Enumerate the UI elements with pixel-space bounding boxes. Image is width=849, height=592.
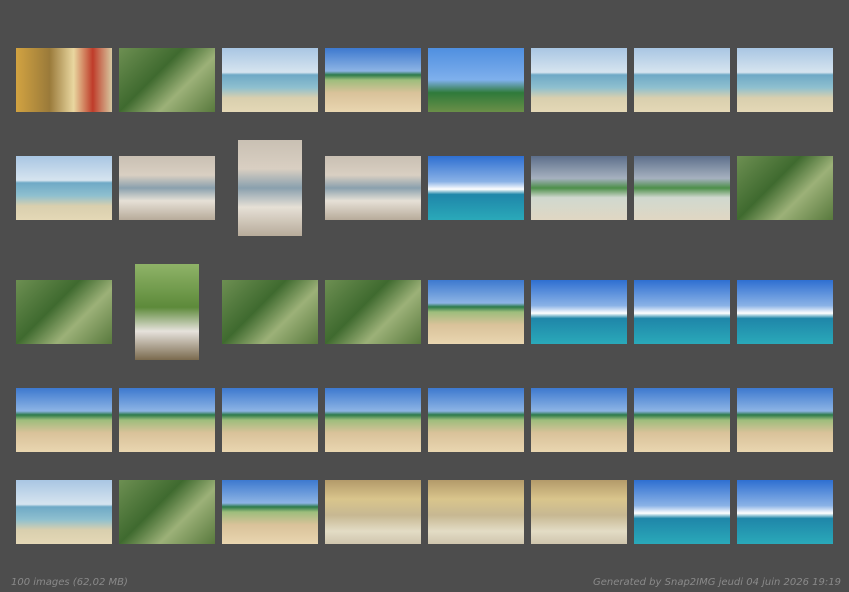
thumbnail-r5-c4[interactable]	[325, 480, 421, 544]
thumbnail-r5-c6[interactable]	[531, 480, 627, 544]
thumbnail-r3-c5[interactable]	[428, 280, 524, 344]
thumbnail-r1-c2[interactable]	[119, 48, 215, 112]
thumbnail-r4-c2[interactable]	[119, 388, 215, 452]
thumbnail-r3-c7[interactable]	[634, 280, 730, 344]
thumbnail-r1-c8[interactable]	[737, 48, 833, 112]
thumbnail-r1-c5[interactable]	[428, 48, 524, 112]
thumbnail-r4-c7[interactable]	[634, 388, 730, 452]
thumbnail-r2-c4[interactable]	[325, 156, 421, 220]
thumbnail-r5-c3[interactable]	[222, 480, 318, 544]
thumbnail-r2-c6[interactable]	[531, 156, 627, 220]
thumbnail-r3-c2[interactable]	[135, 264, 199, 360]
thumbnail-r3-c4[interactable]	[325, 280, 421, 344]
thumbnail-r1-c6[interactable]	[531, 48, 627, 112]
thumbnail-r2-c2[interactable]	[119, 156, 215, 220]
thumbnail-r3-c3[interactable]	[222, 280, 318, 344]
thumbnail-r4-c3[interactable]	[222, 388, 318, 452]
thumbnail-r3-c1[interactable]	[16, 280, 112, 344]
thumbnail-r4-c4[interactable]	[325, 388, 421, 452]
thumbnail-r1-c1[interactable]	[16, 48, 112, 112]
thumbnail-r1-c3[interactable]	[222, 48, 318, 112]
thumbnail-r5-c1[interactable]	[16, 480, 112, 544]
thumbnail-r2-c1[interactable]	[16, 156, 112, 220]
thumbnail-r2-c3[interactable]	[238, 140, 302, 236]
thumbnail-r4-c5[interactable]	[428, 388, 524, 452]
generated-by-label: Generated by Snap2IMG jeudi 04 juin 2026…	[592, 577, 841, 588]
thumbnail-r5-c2[interactable]	[119, 480, 215, 544]
thumbnail-r5-c8[interactable]	[737, 480, 833, 544]
thumbnail-r4-c1[interactable]	[16, 388, 112, 452]
thumbnail-r2-c8[interactable]	[737, 156, 833, 220]
thumbnail-r2-c5[interactable]	[428, 156, 524, 220]
thumbnail-r3-c6[interactable]	[531, 280, 627, 344]
thumbnail-r2-c7[interactable]	[634, 156, 730, 220]
thumbnail-r5-c7[interactable]	[634, 480, 730, 544]
image-count-label: 100 images (62,02 MB)	[11, 577, 128, 588]
thumbnail-r4-c6[interactable]	[531, 388, 627, 452]
thumbnail-r1-c7[interactable]	[634, 48, 730, 112]
thumbnail-r5-c5[interactable]	[428, 480, 524, 544]
thumbnail-r3-c8[interactable]	[737, 280, 833, 344]
thumbnail-r4-c8[interactable]	[737, 388, 833, 452]
thumbnail-r1-c4[interactable]	[325, 48, 421, 112]
